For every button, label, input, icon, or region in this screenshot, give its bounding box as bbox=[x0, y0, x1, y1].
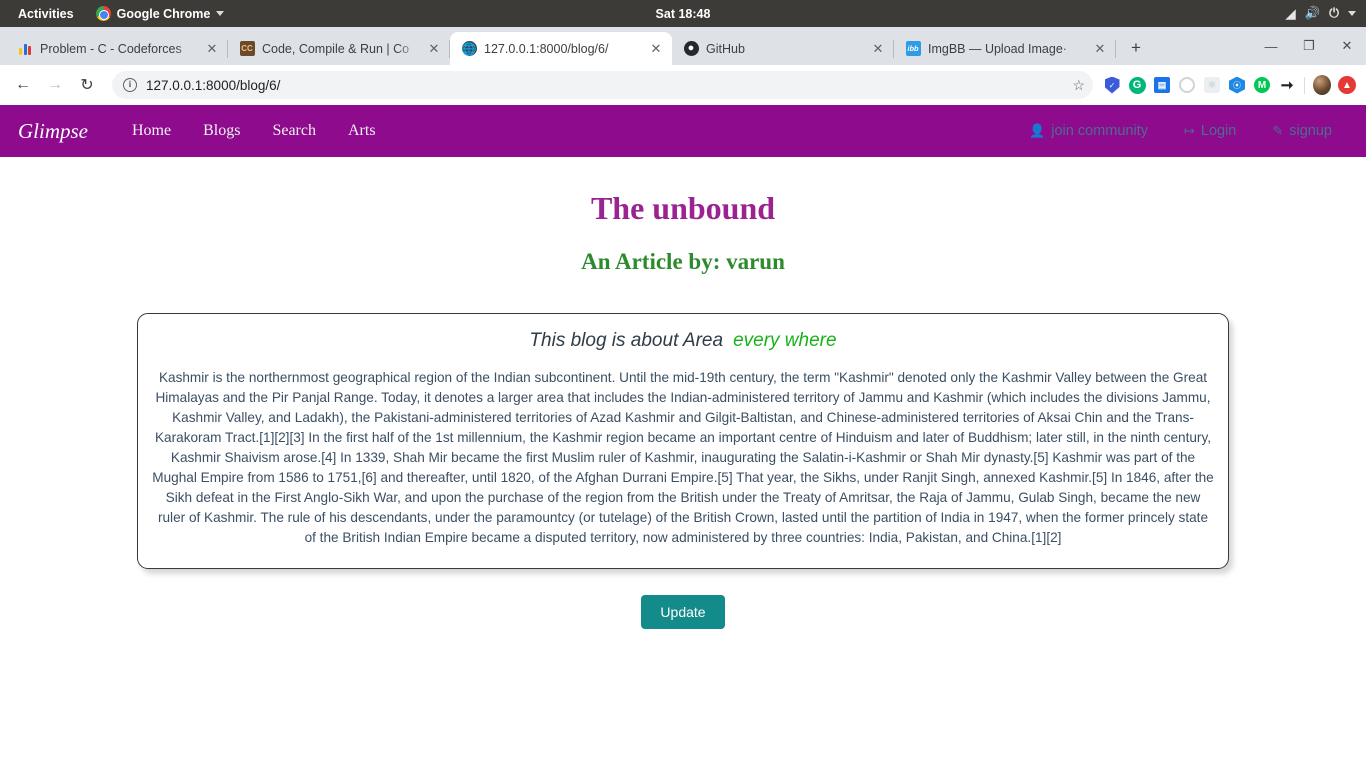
close-icon[interactable]: ✕ bbox=[1092, 41, 1108, 57]
metamask-icon[interactable]: M bbox=[1253, 76, 1271, 94]
close-icon[interactable]: ✕ bbox=[204, 41, 220, 57]
site-navbar: Glimpse Home Blogs Search Arts 👤 join co… bbox=[0, 105, 1366, 157]
login-icon: ↦ bbox=[1183, 123, 1195, 138]
card-heading-accent: every where bbox=[733, 330, 837, 351]
arrow-right-icon[interactable]: ➞ bbox=[1278, 76, 1296, 94]
system-status-area[interactable]: ◢ 🔊 ⏻ bbox=[1286, 6, 1356, 21]
maximize-button[interactable]: ❐ bbox=[1290, 27, 1328, 65]
browser-toolbar: ← → ↻ i 127.0.0.1:8000/blog/6/ ☆ ✓ G ▤ ⚛… bbox=[0, 65, 1366, 105]
update-button-wrapper: Update bbox=[0, 595, 1366, 629]
web-page: Glimpse Home Blogs Search Arts 👤 join co… bbox=[0, 105, 1366, 768]
nav-item-search[interactable]: Search bbox=[256, 122, 332, 140]
grammarly-icon[interactable]: G bbox=[1128, 76, 1146, 94]
battery-charging-icon: ⏻ bbox=[1329, 6, 1339, 20]
extensions-area: ✓ G ▤ ⚛ ⦿ M ➞ ▲ bbox=[1103, 75, 1358, 95]
profile-avatar[interactable] bbox=[1313, 75, 1331, 95]
tab-title: Problem - C - Codeforces bbox=[40, 41, 182, 56]
browser-tab-strip: Problem - C - Codeforces ✕ CC Code, Comp… bbox=[0, 27, 1366, 65]
chevron-down-icon bbox=[216, 11, 225, 16]
url-input[interactable]: 127.0.0.1:8000/blog/6/ bbox=[146, 78, 1063, 93]
minimize-button[interactable]: — bbox=[1252, 27, 1290, 65]
shield-icon[interactable]: ✓ bbox=[1103, 76, 1121, 94]
browser-tab-active[interactable]: 🌐 127.0.0.1:8000/blog/6/ ✕ bbox=[450, 32, 672, 65]
github-icon: ● bbox=[683, 41, 699, 57]
volume-muted-icon: 🔊 bbox=[1304, 6, 1321, 20]
browser-tab[interactable]: ibb ImgBB — Upload Image· ✕ bbox=[894, 32, 1116, 65]
imgbb-icon: ibb bbox=[905, 41, 921, 57]
record-icon[interactable]: ▲ bbox=[1338, 76, 1356, 94]
login-label: Login bbox=[1200, 123, 1237, 139]
user-icon: 👤 bbox=[1029, 123, 1046, 138]
nav-item-home[interactable]: Home bbox=[116, 122, 187, 140]
new-tab-button[interactable]: + bbox=[1122, 34, 1150, 62]
wifi-icon: ◢ bbox=[1285, 7, 1296, 21]
page-title: The unbound bbox=[590, 190, 776, 226]
browser-tab[interactable]: ● GitHub ✕ bbox=[672, 32, 894, 65]
codeforces-icon bbox=[17, 41, 33, 57]
article-byline: An Article by: varun bbox=[581, 249, 785, 274]
account-links: 👤 join community ↦ Login ✎ signup bbox=[1011, 123, 1350, 139]
close-icon[interactable]: ✕ bbox=[426, 41, 442, 57]
react-devtools-icon[interactable]: ⚛ bbox=[1203, 76, 1221, 94]
tab-title: ImgBB — Upload Image· bbox=[928, 41, 1067, 56]
browser-tab[interactable]: CC Code, Compile & Run | Co ✕ bbox=[228, 32, 450, 65]
close-icon[interactable]: ✕ bbox=[648, 41, 664, 57]
pencil-icon: ✎ bbox=[1272, 123, 1284, 138]
card-heading: This blog is about Area every where bbox=[148, 330, 1218, 352]
tab-title: Code, Compile & Run | Co bbox=[262, 41, 410, 56]
login-link[interactable]: ↦ Login bbox=[1166, 123, 1254, 139]
site-info-icon[interactable]: i bbox=[123, 78, 137, 92]
site-brand[interactable]: Glimpse bbox=[16, 119, 88, 144]
join-community-link[interactable]: 👤 join community bbox=[1011, 123, 1166, 139]
colorzilla-icon[interactable]: ▤ bbox=[1153, 76, 1171, 94]
chevron-down-icon bbox=[1348, 11, 1356, 16]
article-card: This blog is about Area every where Kashm… bbox=[137, 313, 1229, 569]
gitpod-icon[interactable]: ⦿ bbox=[1228, 76, 1246, 94]
globe-icon: 🌐 bbox=[461, 41, 477, 56]
close-window-button[interactable]: ✕ bbox=[1328, 27, 1366, 65]
window-controls: — ❐ ✕ bbox=[1252, 27, 1366, 65]
back-button[interactable]: ← bbox=[8, 70, 38, 100]
divider bbox=[1304, 76, 1305, 94]
join-community-label: join community bbox=[1051, 123, 1148, 139]
tab-title: 127.0.0.1:8000/blog/6/ bbox=[484, 41, 609, 56]
close-icon[interactable]: ✕ bbox=[870, 41, 886, 57]
codechef-icon: CC bbox=[239, 41, 255, 57]
article-body: Kashmir is the northernmost geographical… bbox=[152, 370, 1214, 545]
app-menu-label: Google Chrome bbox=[116, 6, 211, 21]
nav-item-arts[interactable]: Arts bbox=[332, 122, 392, 140]
browser-tab[interactable]: Problem - C - Codeforces ✕ bbox=[6, 32, 228, 65]
reload-button[interactable]: ↻ bbox=[72, 70, 102, 100]
forward-button[interactable]: → bbox=[40, 70, 70, 100]
nav-item-blogs[interactable]: Blogs bbox=[187, 122, 256, 140]
bookmark-star-icon[interactable]: ☆ bbox=[1072, 77, 1085, 94]
card-heading-text: This blog is about Area bbox=[529, 330, 724, 351]
signup-label: signup bbox=[1289, 123, 1332, 139]
address-bar[interactable]: i 127.0.0.1:8000/blog/6/ ☆ bbox=[112, 71, 1093, 99]
signup-link[interactable]: ✎ signup bbox=[1254, 123, 1350, 139]
gnome-top-bar: Activities Google Chrome Sat 18:48 ◢ 🔊 ⏻ bbox=[0, 0, 1366, 27]
tracker-icon[interactable] bbox=[1178, 76, 1196, 94]
app-menu-chrome[interactable]: Google Chrome bbox=[95, 6, 225, 21]
update-button[interactable]: Update bbox=[641, 595, 725, 629]
activities-button[interactable]: Activities bbox=[10, 7, 82, 21]
tab-title: GitHub bbox=[706, 41, 745, 56]
chrome-icon bbox=[95, 6, 111, 21]
